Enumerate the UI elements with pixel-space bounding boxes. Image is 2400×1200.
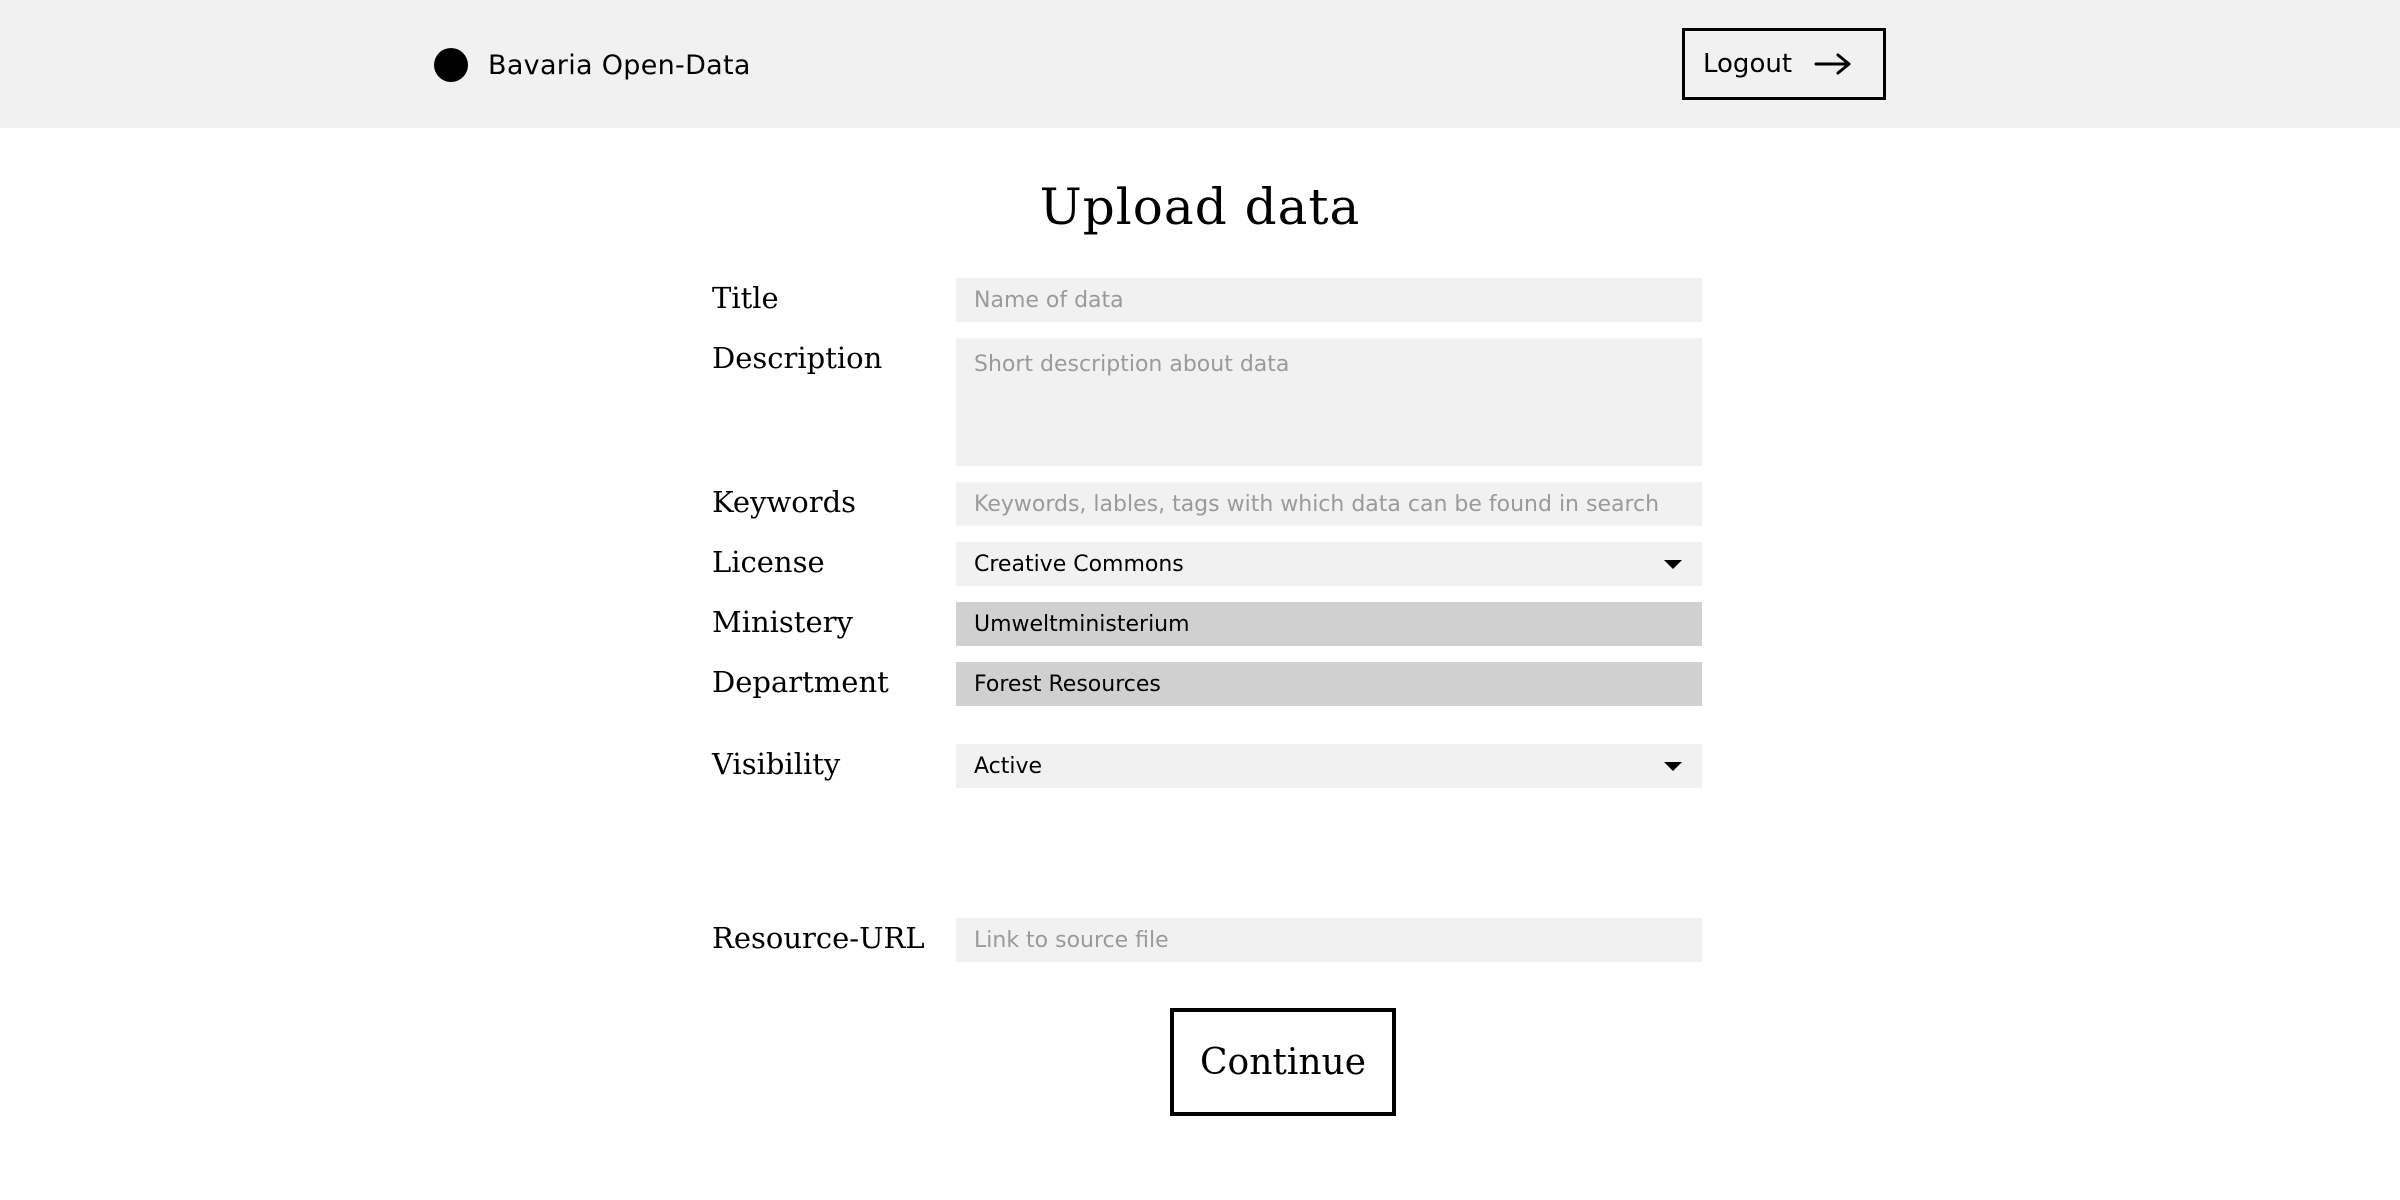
brand-name: Bavaria Open-Data bbox=[488, 49, 751, 81]
logout-button[interactable]: Logout bbox=[1682, 28, 1886, 100]
keywords-input[interactable] bbox=[956, 482, 1702, 526]
description-label: Description bbox=[712, 341, 883, 375]
page-title: Upload data bbox=[0, 178, 2400, 236]
department-field: Forest Resources bbox=[956, 662, 1702, 706]
logout-label: Logout bbox=[1703, 49, 1793, 79]
caret-down-icon bbox=[1664, 761, 1682, 771]
resource-url-label: Resource-URL bbox=[712, 921, 925, 955]
description-textarea[interactable] bbox=[956, 338, 1702, 466]
ministry-field: Umweltministerium bbox=[956, 602, 1702, 646]
resource-url-input[interactable] bbox=[956, 918, 1702, 962]
visibility-select[interactable]: Active bbox=[956, 744, 1702, 788]
license-selected-value: Creative Commons bbox=[974, 551, 1184, 577]
department-value: Forest Resources bbox=[974, 671, 1161, 697]
page-title-text: Upload data bbox=[1039, 178, 1361, 236]
title-input[interactable] bbox=[956, 278, 1702, 322]
visibility-selected-value: Active bbox=[974, 753, 1043, 779]
arrow-right-icon bbox=[1814, 53, 1851, 75]
top-header: Bavaria Open-Data Logout bbox=[0, 0, 2400, 128]
ministry-label: Ministery bbox=[712, 605, 853, 639]
title-label: Title bbox=[712, 281, 779, 315]
caret-down-icon bbox=[1664, 559, 1682, 569]
continue-button[interactable]: Continue bbox=[1170, 1008, 1396, 1116]
license-label: License bbox=[712, 545, 825, 579]
ministry-value: Umweltministerium bbox=[974, 611, 1190, 637]
license-select[interactable]: Creative Commons bbox=[956, 542, 1702, 586]
logo-circle-icon bbox=[434, 48, 468, 82]
department-label: Department bbox=[712, 665, 889, 699]
visibility-label: Visibility bbox=[712, 747, 841, 781]
keywords-label: Keywords bbox=[712, 485, 857, 519]
brand[interactable]: Bavaria Open-Data bbox=[434, 44, 751, 86]
